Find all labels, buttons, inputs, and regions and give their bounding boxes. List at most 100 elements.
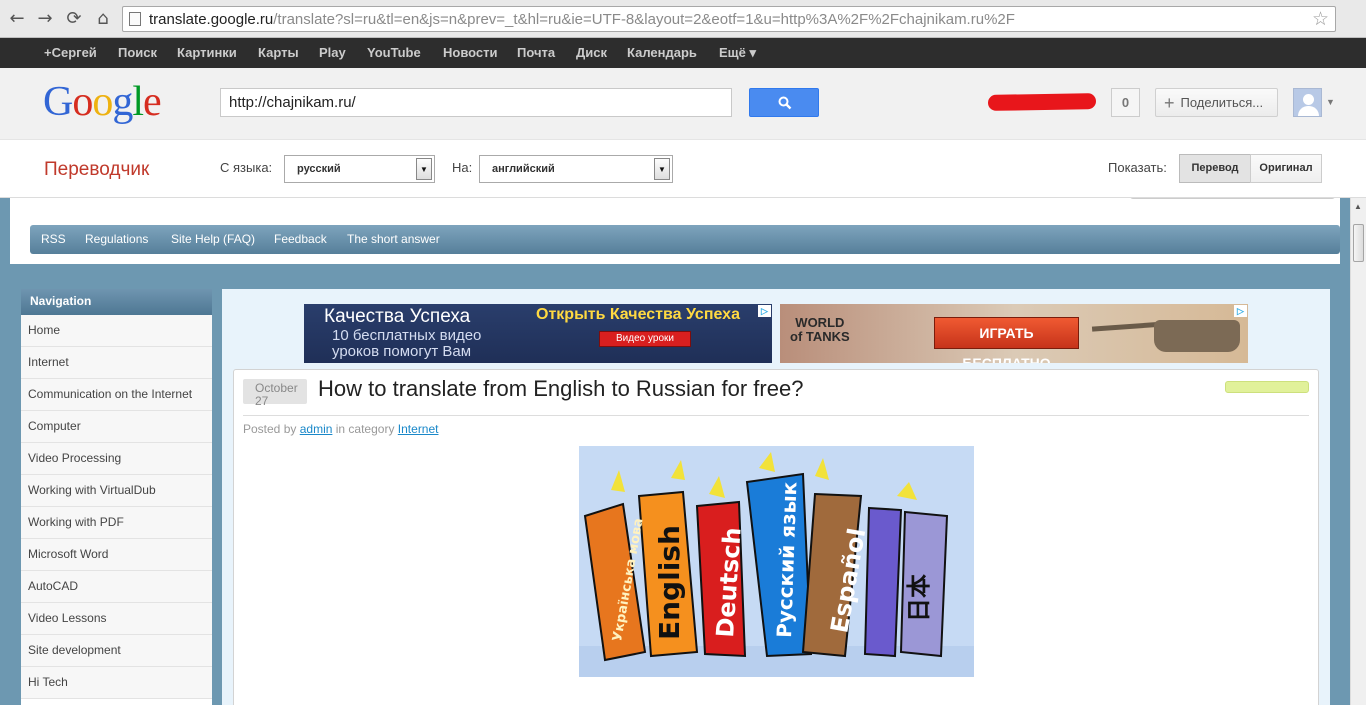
nav-item-site-development[interactable]: Site development [21, 635, 212, 667]
source-language-label: С языка: [220, 160, 273, 175]
avatar-body [1298, 106, 1319, 116]
adchoices-icon[interactable]: ▷ [1234, 305, 1247, 317]
url-path: /translate?sl=ru&tl=en&js=n&prev=_t&hl=r… [273, 11, 1015, 28]
google-logo[interactable]: Google [43, 78, 162, 126]
rating-bar[interactable] [1225, 381, 1309, 393]
translated-page: RSS Regulations Site Help (FAQ) Feedback… [0, 198, 1350, 705]
gbar-item-news[interactable]: Новости [443, 45, 498, 60]
chevron-down-icon: ▼ [654, 158, 670, 180]
gbar-item-play[interactable]: Play [319, 45, 346, 60]
wot-logo-line: WORLD [795, 315, 845, 330]
ad-button[interactable]: Видео уроки [599, 331, 691, 347]
logo-letter: e [143, 79, 162, 125]
nav-item-home[interactable]: Home [21, 315, 212, 347]
menu-item-regulations[interactable]: Regulations [85, 232, 148, 246]
gbar-item-more[interactable]: Ещё ▾ [719, 45, 756, 61]
author-link[interactable]: admin [300, 422, 333, 436]
ad-text-line: уроков помогут Вам [332, 343, 472, 360]
book-label: 日本 [905, 574, 933, 622]
translator-title[interactable]: Переводчик [44, 159, 149, 181]
menu-item-feedback[interactable]: Feedback [274, 232, 327, 246]
target-language-select[interactable]: английский ▼ [479, 155, 673, 183]
nav-item-video-processing[interactable]: Video Processing [21, 443, 212, 475]
url-input[interactable] [220, 88, 732, 117]
page-icon [129, 12, 141, 26]
search-button[interactable] [749, 88, 819, 117]
gbar-item-maps[interactable]: Карты [258, 45, 299, 60]
gbar-item-mail[interactable]: Почта [517, 45, 555, 60]
logo-letter: g [112, 79, 133, 125]
nav-item-hi-tech[interactable]: Hi Tech [21, 667, 212, 699]
posted-by-label: Posted by [243, 422, 297, 436]
translator-bar: Переводчик С языка: русский ▼ На: англий… [0, 140, 1366, 198]
logo-letter: o [72, 79, 93, 125]
post-date-day: 27 [255, 394, 269, 408]
site-header: RSS Regulations Site Help (FAQ) Feedback… [10, 198, 1340, 264]
gbar-item-search[interactable]: Поиск [118, 45, 157, 60]
adchoices-icon[interactable]: ▷ [758, 305, 771, 317]
nav-item-word[interactable]: Microsoft Word [21, 539, 212, 571]
ad-title: Качества Успеха [324, 306, 471, 327]
google-bar: +Сергей Поиск Картинки Карты Play YouTub… [0, 38, 1366, 68]
scroll-thumb[interactable] [1353, 224, 1364, 262]
blog-post: October 27 How to translate from English … [233, 369, 1319, 705]
logo-letter: G [43, 79, 73, 125]
navigation-sidebar: Navigation Home Internet Communication o… [21, 289, 212, 705]
site-menu: RSS Regulations Site Help (FAQ) Feedback… [30, 225, 1340, 254]
post-meta: Posted by admin in category Internet [243, 422, 439, 436]
menu-item-short-answer[interactable]: The short answer [347, 232, 440, 246]
play-free-button[interactable]: ИГРАТЬ БЕСПЛАТНО [934, 317, 1079, 363]
ad-cta: Открыть Качества Успеха [536, 306, 740, 323]
show-original-button[interactable]: Оригинал [1250, 154, 1322, 183]
ad-banner-success[interactable]: Качества Успеха 10 бесплатных видео уроко… [304, 304, 772, 363]
book-label: English [653, 525, 686, 640]
nav-item-video-lessons[interactable]: Video Lessons [21, 603, 212, 635]
site-search-box[interactable] [1130, 198, 1335, 199]
back-icon[interactable]: ← [6, 8, 28, 30]
source-language-value: русский [297, 163, 341, 175]
books-illustration: Українська мова English Deutsch Русский … [579, 446, 974, 677]
show-translation-button[interactable]: Перевод [1179, 154, 1251, 183]
browser-toolbar: ← → ⟳ ⌂ translate.google.ru/translate?sl… [0, 0, 1366, 38]
gbar-item-images[interactable]: Картинки [177, 45, 237, 60]
gbar-item-calendar[interactable]: Календарь [627, 45, 697, 60]
address-bar[interactable]: translate.google.ru/translate?sl=ru&tl=e… [122, 6, 1336, 32]
nav-item-autocad[interactable]: AutoCAD [21, 571, 212, 603]
caret-down-icon[interactable]: ▼ [1326, 97, 1335, 107]
avatar[interactable] [1293, 88, 1322, 117]
gbar-item-youtube[interactable]: YouTube [367, 45, 421, 60]
chevron-down-icon: ▼ [416, 158, 432, 180]
share-button[interactable]: + Поделиться... [1155, 88, 1278, 117]
menu-item-rss[interactable]: RSS [41, 232, 66, 246]
nav-item-communication[interactable]: Communication on the Internet [21, 379, 212, 411]
nav-item-virtualdub[interactable]: Working with VirtualDub [21, 475, 212, 507]
bookmark-star-icon[interactable]: ☆ [1312, 8, 1329, 30]
nav-item-computer[interactable]: Computer [21, 411, 212, 443]
gbar-item-profile[interactable]: +Сергей [44, 45, 97, 60]
search-icon [778, 96, 792, 110]
show-label: Показать: [1108, 160, 1167, 175]
ad-banner-world-of-tanks[interactable]: WORLD of TANKS ИГРАТЬ БЕСПЛАТНО ▷ [780, 304, 1248, 363]
forward-icon[interactable]: → [34, 8, 56, 30]
source-language-select[interactable]: русский ▼ [284, 155, 435, 183]
url-host: translate.google.ru [149, 11, 274, 28]
logo-letter: o [92, 79, 113, 125]
share-label: Поделиться... [1180, 95, 1264, 110]
nav-item-pdf[interactable]: Working with PDF [21, 507, 212, 539]
gbar-item-drive[interactable]: Диск [576, 45, 607, 60]
target-language-label: На: [452, 160, 473, 175]
redacted-username [987, 93, 1097, 111]
menu-item-faq[interactable]: Site Help (FAQ) [171, 232, 255, 246]
notification-count[interactable]: 0 [1111, 88, 1140, 117]
category-link[interactable]: Internet [398, 422, 439, 436]
nav-item-internet[interactable]: Internet [21, 347, 212, 379]
post-title[interactable]: How to translate from English to Russian… [318, 376, 803, 402]
reload-icon[interactable]: ⟳ [63, 8, 85, 30]
ad-text-line: 10 бесплатных видео [332, 327, 482, 344]
wot-logo-line: of TANKS [790, 329, 850, 344]
in-category-label: in category [335, 422, 395, 436]
home-icon[interactable]: ⌂ [92, 8, 114, 30]
scroll-up-icon[interactable]: ▲ [1354, 202, 1362, 211]
scrollbar[interactable]: ▲ [1350, 198, 1366, 705]
ad-text: 10 бесплатных видео уроков помогут Вам [332, 328, 481, 360]
